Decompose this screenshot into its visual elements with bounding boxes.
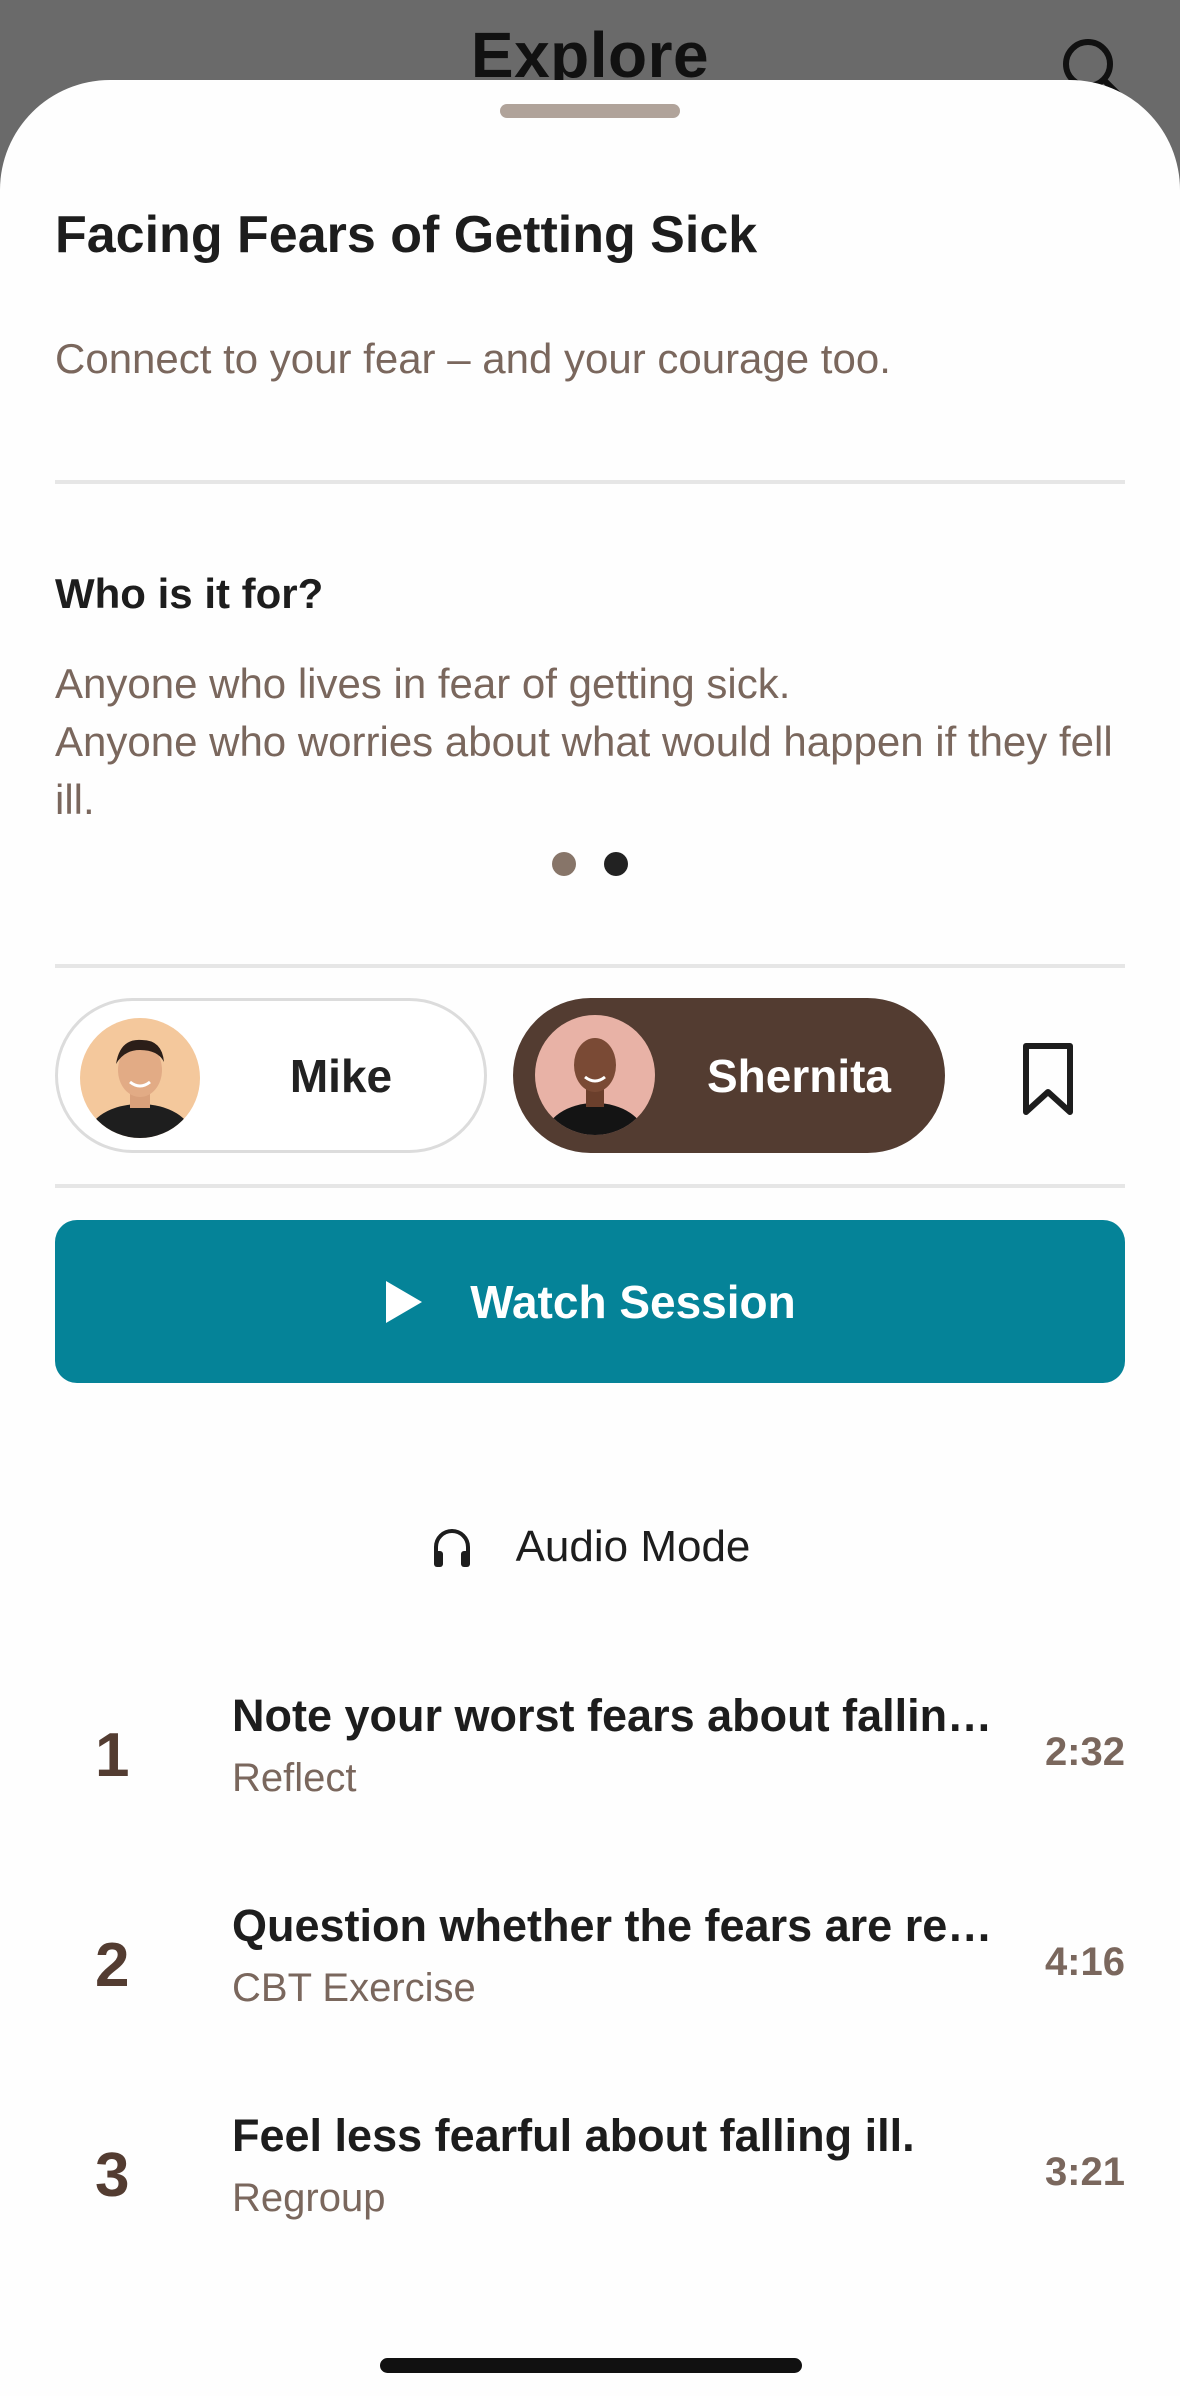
page-dot-1[interactable] bbox=[552, 852, 576, 876]
divider bbox=[55, 480, 1125, 484]
divider bbox=[55, 964, 1125, 968]
list-item[interactable]: 3 Feel less fearful about falling ill. R… bbox=[55, 2110, 1125, 2260]
home-indicator[interactable] bbox=[380, 2358, 802, 2373]
list-item[interactable]: 1 Note your worst fears about falling il… bbox=[55, 1690, 1125, 1840]
headphones-icon bbox=[433, 1529, 470, 1567]
step-title: Note your worst fears about falling ill. bbox=[232, 1690, 1012, 1741]
session-sheet: Facing Fears of Getting Sick Connect to … bbox=[0, 80, 1180, 2396]
coach-option-shernita[interactable]: Shernita bbox=[513, 998, 945, 1153]
list-item[interactable]: 2 Question whether the fears are realist… bbox=[55, 1900, 1125, 2050]
page-indicator[interactable] bbox=[552, 852, 632, 878]
coach-name: Mike bbox=[289, 1049, 393, 1102]
audio-mode-button[interactable]: Audio Mode bbox=[0, 1512, 1180, 1582]
step-number: 1 bbox=[95, 1721, 130, 1790]
session-title: Facing Fears of Getting Sick bbox=[55, 206, 758, 264]
who-heading: Who is it for? bbox=[55, 570, 324, 617]
step-subtitle: Regroup bbox=[232, 2176, 386, 2220]
avatar bbox=[535, 1015, 655, 1135]
step-duration: 4:16 bbox=[1044, 1940, 1125, 1984]
page-dot-2[interactable] bbox=[604, 852, 628, 876]
watch-session-label: Watch Session bbox=[470, 1275, 796, 1328]
step-title: Question whether the fears are realistic… bbox=[232, 1900, 1012, 1951]
avatar bbox=[80, 1018, 200, 1138]
bookmark-icon[interactable] bbox=[1018, 1040, 1078, 1118]
coach-name: Shernita bbox=[706, 1049, 892, 1102]
audio-mode-label: Audio Mode bbox=[515, 1522, 751, 1571]
watch-session-button[interactable]: Watch Session bbox=[55, 1220, 1125, 1383]
coach-option-mike[interactable]: Mike bbox=[55, 998, 487, 1153]
step-number: 3 bbox=[95, 2141, 130, 2210]
step-subtitle: CBT Exercise bbox=[232, 1966, 476, 2010]
step-duration: 3:21 bbox=[1044, 2150, 1125, 2194]
step-subtitle: Reflect bbox=[232, 1756, 357, 1800]
sheet-grabber[interactable] bbox=[500, 104, 680, 118]
step-number: 2 bbox=[95, 1931, 130, 2000]
step-duration: 2:32 bbox=[1044, 1730, 1125, 1774]
who-text: Anyone who lives in fear of getting sick… bbox=[55, 660, 1113, 823]
step-title: Feel less fearful about falling ill. bbox=[232, 2110, 915, 2161]
divider bbox=[55, 1184, 1125, 1188]
session-subtitle: Connect to your fear – and your courage … bbox=[55, 335, 891, 382]
play-icon bbox=[386, 1280, 423, 1323]
